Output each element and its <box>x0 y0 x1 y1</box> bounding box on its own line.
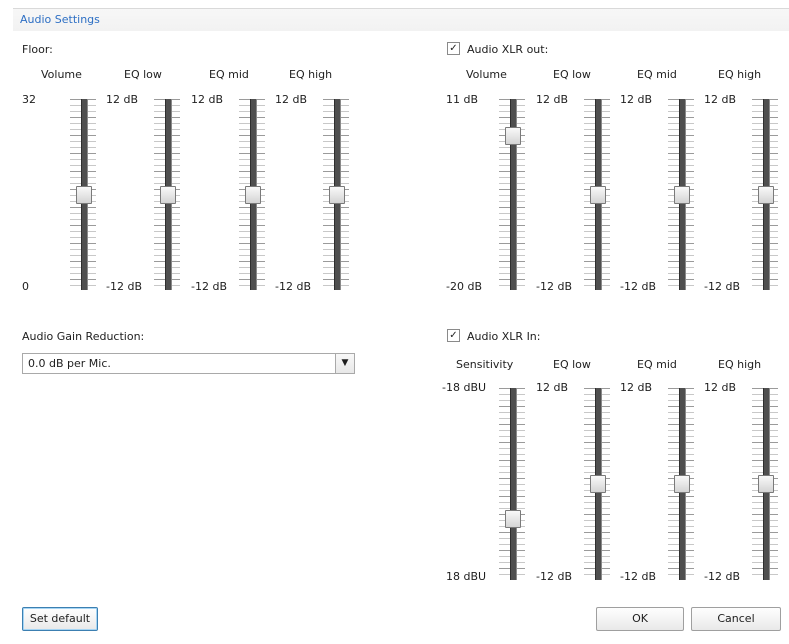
xlr-out-eq-mid-slider[interactable] <box>665 99 697 290</box>
xlr-out-eq-mid-max: 12 dB <box>620 93 653 106</box>
slider-thumb[interactable] <box>245 186 261 204</box>
gain-reduction-label: Audio Gain Reduction: <box>22 330 145 343</box>
floor-header-eq-mid: EQ mid <box>209 68 249 81</box>
floor-eq-low-max: 12 dB <box>106 93 139 106</box>
xlr-out-header-eq-high: EQ high <box>718 68 762 81</box>
xlr-out-volume-slider[interactable] <box>496 99 528 290</box>
xlr-in-checkbox[interactable]: ✓ <box>447 329 460 342</box>
xlr-in-eq-high-slider[interactable] <box>749 388 781 580</box>
xlr-in-sensitivity-max: -18 dBU <box>442 381 487 394</box>
xlr-out-eq-low-max: 12 dB <box>536 93 569 106</box>
xlr-out-header-volume: Volume <box>466 68 507 81</box>
panel-title-bar: Audio Settings <box>13 8 789 31</box>
xlr-in-eq-mid-slider[interactable] <box>665 388 697 580</box>
xlr-out-eq-mid-min: -12 dB <box>620 280 656 293</box>
xlr-out-label: Audio XLR out: <box>467 43 549 56</box>
floor-eq-mid-min: -12 dB <box>191 280 227 293</box>
floor-eq-mid-slider[interactable] <box>236 99 268 290</box>
xlr-out-eq-high-max: 12 dB <box>704 93 737 106</box>
floor-header-volume: Volume <box>41 68 82 81</box>
xlr-in-eq-high-max: 12 dB <box>704 381 737 394</box>
xlr-in-eq-mid-max: 12 dB <box>620 381 653 394</box>
floor-eq-high-min: -12 dB <box>275 280 311 293</box>
xlr-out-eq-low-min: -12 dB <box>536 280 572 293</box>
floor-eq-low-slider[interactable] <box>151 99 183 290</box>
xlr-in-eq-mid-min: -12 dB <box>620 570 656 583</box>
chevron-down-icon[interactable]: ▼ <box>335 354 354 373</box>
set-default-button[interactable]: Set default <box>22 607 98 631</box>
xlr-in-eq-low-slider[interactable] <box>581 388 613 580</box>
xlr-out-volume-max: 11 dB <box>446 93 479 106</box>
xlr-in-header-eq-low: EQ low <box>553 358 591 371</box>
gain-reduction-select[interactable]: 0.0 dB per Mic. ▼ <box>22 353 355 374</box>
floor-volume-slider[interactable] <box>67 99 99 290</box>
floor-volume-max: 32 <box>22 93 36 106</box>
xlr-out-header-eq-low: EQ low <box>553 68 591 81</box>
slider-thumb[interactable] <box>590 475 606 493</box>
xlr-out-eq-low-slider[interactable] <box>581 99 613 290</box>
xlr-in-eq-low-max: 12 dB <box>536 381 569 394</box>
slider-thumb[interactable] <box>758 186 774 204</box>
floor-volume-min: 0 <box>22 280 29 293</box>
xlr-out-eq-high-min: -12 dB <box>704 280 740 293</box>
floor-header-eq-low: EQ low <box>124 68 162 81</box>
xlr-out-volume-min: -20 dB <box>446 280 482 293</box>
floor-eq-low-min: -12 dB <box>106 280 142 293</box>
floor-label: Floor: <box>22 43 53 56</box>
xlr-out-eq-high-slider[interactable] <box>749 99 781 290</box>
gain-reduction-value: 0.0 dB per Mic. <box>28 357 111 370</box>
slider-thumb[interactable] <box>329 186 345 204</box>
xlr-in-eq-high-min: -12 dB <box>704 570 740 583</box>
slider-thumb[interactable] <box>505 510 521 528</box>
floor-header-eq-high: EQ high <box>289 68 333 81</box>
floor-eq-high-slider[interactable] <box>320 99 352 290</box>
xlr-in-sensitivity-slider[interactable] <box>496 388 528 580</box>
floor-eq-mid-max: 12 dB <box>191 93 224 106</box>
xlr-in-header-eq-high: EQ high <box>718 358 762 371</box>
slider-thumb[interactable] <box>674 475 690 493</box>
xlr-out-header-eq-mid: EQ mid <box>637 68 677 81</box>
floor-eq-high-max: 12 dB <box>275 93 308 106</box>
xlr-in-header-sensitivity: Sensitivity <box>456 358 514 371</box>
xlr-in-eq-low-min: -12 dB <box>536 570 572 583</box>
slider-thumb[interactable] <box>505 127 521 145</box>
xlr-in-header-eq-mid: EQ mid <box>637 358 677 371</box>
xlr-out-checkbox[interactable]: ✓ <box>447 42 460 55</box>
slider-thumb[interactable] <box>758 475 774 493</box>
xlr-in-sensitivity-min: 18 dBU <box>446 570 487 583</box>
slider-thumb[interactable] <box>590 186 606 204</box>
slider-thumb[interactable] <box>674 186 690 204</box>
slider-thumb[interactable] <box>160 186 176 204</box>
checkmark-icon: ✓ <box>449 43 458 54</box>
slider-thumb[interactable] <box>76 186 92 204</box>
cancel-button[interactable]: Cancel <box>691 607 781 631</box>
ok-button[interactable]: OK <box>596 607 684 631</box>
panel-title: Audio Settings <box>20 13 100 26</box>
xlr-in-label: Audio XLR In: <box>467 330 541 343</box>
checkmark-icon: ✓ <box>449 330 458 341</box>
